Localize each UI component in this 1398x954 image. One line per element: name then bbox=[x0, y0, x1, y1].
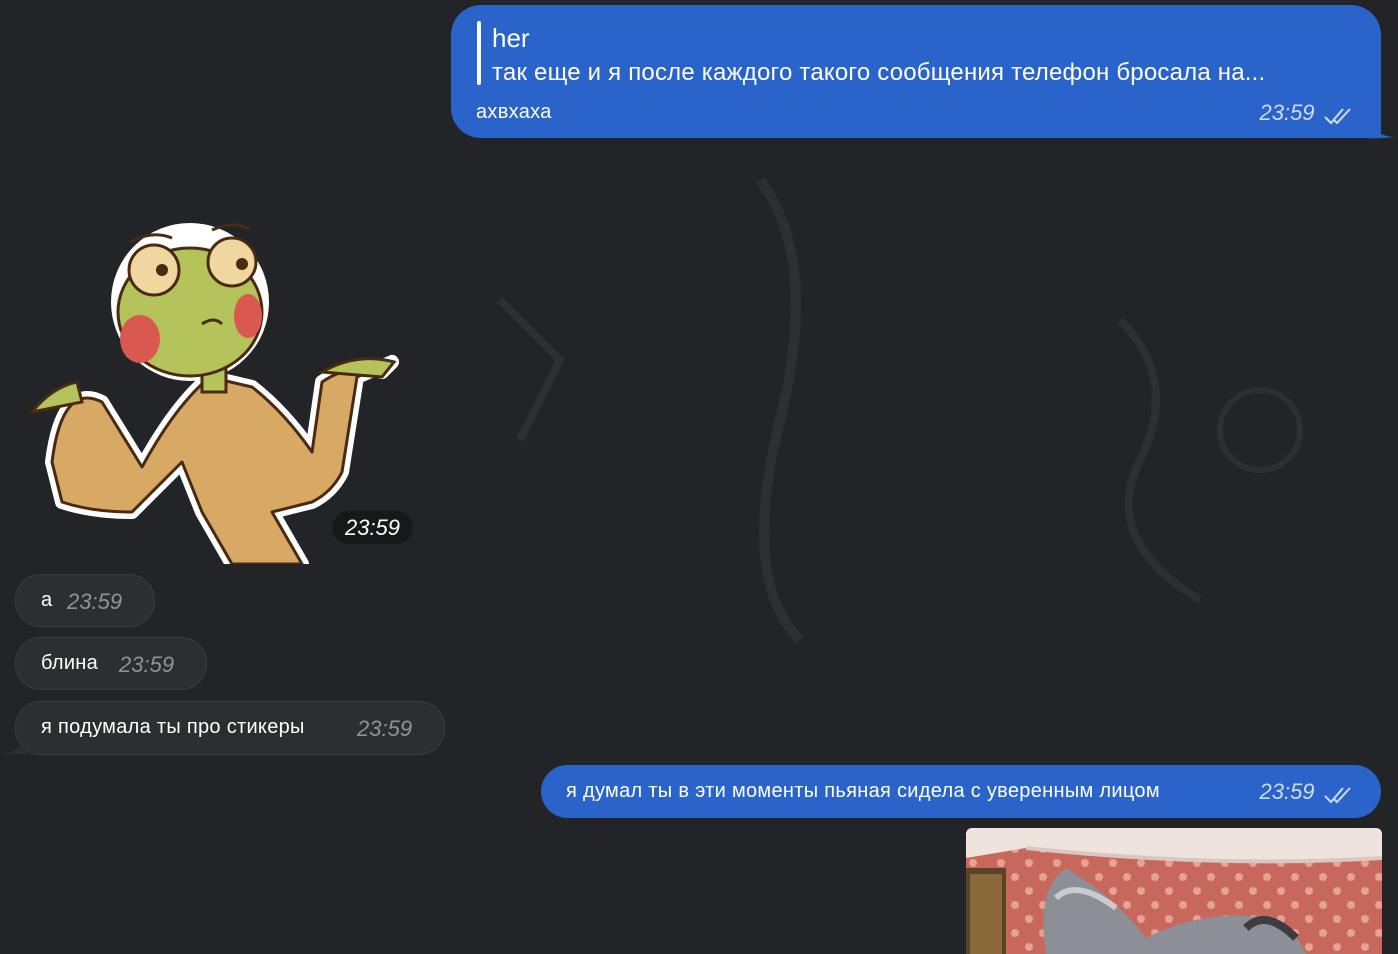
sticker-time: 23:59 bbox=[332, 511, 413, 544]
message-text: я подумала ты про стикеры bbox=[41, 716, 305, 738]
cat-photo[interactable] bbox=[966, 828, 1382, 954]
message-meta: 23:59 bbox=[1259, 100, 1353, 126]
message-time: 23:59 bbox=[357, 716, 413, 741]
message-time: 23:59 bbox=[1259, 100, 1315, 125]
reply-preview-text[interactable]: так еще и я после каждого такого сообщен… bbox=[492, 59, 1265, 87]
incoming-message[interactable]: блина 23:59 bbox=[15, 637, 207, 690]
bubble-tail bbox=[3, 733, 27, 755]
message-text: а bbox=[41, 589, 53, 611]
outgoing-message[interactable]: я думал ты в эти моменты пьяная сидела с… bbox=[541, 765, 1381, 818]
reply-quote-bar bbox=[477, 21, 481, 85]
message-time: 23:59 bbox=[67, 589, 123, 614]
incoming-message[interactable]: я подумала ты про стикеры 23:59 bbox=[15, 701, 445, 755]
reply-author[interactable]: her bbox=[492, 23, 530, 54]
message-text: ахвхаха bbox=[476, 101, 552, 123]
bubble-tail bbox=[1366, 115, 1394, 139]
incoming-message[interactable]: а 23:59 bbox=[15, 574, 155, 627]
message-text: блина bbox=[41, 652, 99, 674]
outgoing-message-reply[interactable]: her так еще и я после каждого такого соо… bbox=[451, 5, 1381, 138]
message-text: я думал ты в эти моменты пьяная сидела с… bbox=[566, 780, 1160, 802]
message-time: 23:59 bbox=[1259, 779, 1315, 804]
double-check-icon bbox=[1324, 108, 1351, 125]
double-check-icon bbox=[1324, 787, 1351, 804]
message-meta: 23:59 bbox=[1259, 779, 1353, 805]
message-time: 23:59 bbox=[119, 652, 175, 677]
